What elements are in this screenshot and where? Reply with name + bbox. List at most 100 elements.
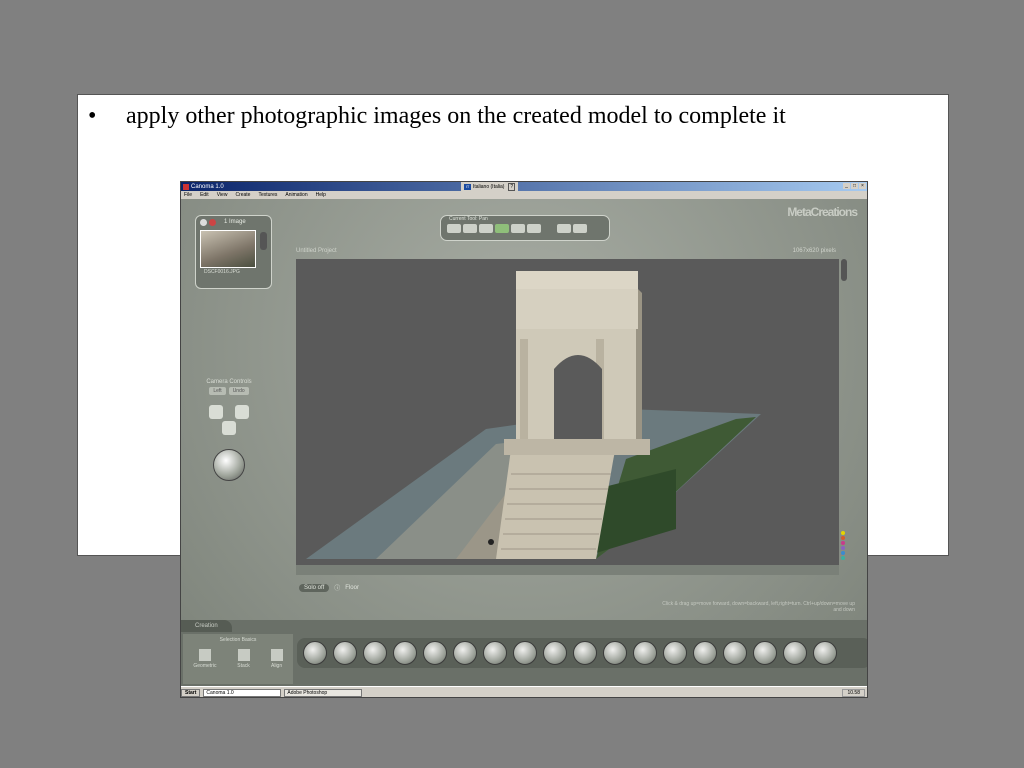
creation-panel: Creation Selection Basics Geometric Stac…: [181, 620, 867, 686]
window-titlebar: Canoma 1.0 IT Italiano (Italia) ? _ □ ×: [181, 182, 867, 191]
info-icon[interactable]: ⓘ: [334, 583, 340, 592]
menu-bar: File Edit View Create Textures Animation…: [181, 191, 867, 199]
panel-primitive-icon[interactable]: [633, 641, 657, 665]
roof-primitive-icon[interactable]: [423, 641, 447, 665]
solo-toggle[interactable]: Solo off: [299, 583, 330, 592]
box-primitive-icon[interactable]: [303, 641, 327, 665]
project-title: Untitled Project: [296, 248, 337, 254]
arch-primitive-icon[interactable]: [543, 641, 567, 665]
triangle-primitive-icon[interactable]: [693, 641, 717, 665]
windows-taskbar: Start Canoma 1.0 Adobe Photoshop 10.58: [181, 686, 867, 697]
paint-tool-icon[interactable]: [511, 224, 525, 233]
zoom-tool-icon[interactable]: [479, 224, 493, 233]
column-primitive-icon[interactable]: [723, 641, 747, 665]
table-primitive-icon[interactable]: [513, 641, 537, 665]
remove-image-icon[interactable]: [209, 219, 216, 226]
wedge-primitive-icon[interactable]: [363, 641, 387, 665]
camera-tool-icon[interactable]: [557, 224, 571, 233]
image-panel-title: 1 Image: [224, 219, 246, 225]
minimize-button[interactable]: _: [843, 183, 850, 189]
tab-creation[interactable]: Creation: [181, 620, 232, 632]
dome-primitive-icon[interactable]: [483, 641, 507, 665]
floor-label: Floor: [345, 584, 359, 591]
stack-icon: [237, 649, 250, 661]
floor-primitive-icon[interactable]: [663, 641, 687, 665]
camera-left-button[interactable]: Left: [209, 387, 226, 395]
close-button[interactable]: ×: [859, 183, 866, 189]
window-controls: _ □ ×: [843, 183, 866, 189]
color-swatch[interactable]: [841, 556, 845, 560]
selection-basics-title: Selection Basics: [219, 637, 257, 643]
app-icon: [183, 183, 189, 190]
plane-primitive-icon[interactable]: [573, 641, 597, 665]
primitive-shapes: [297, 638, 867, 668]
rotate-tool-icon[interactable]: [495, 224, 509, 233]
thumbnail-scrollbar[interactable]: [260, 232, 267, 250]
slab-primitive-icon[interactable]: [333, 641, 357, 665]
help-button[interactable]: ?: [508, 182, 516, 191]
metacreations-logo: MetaCreations: [787, 205, 858, 219]
bullet-point: • apply other photographic images on the…: [88, 103, 786, 130]
image-thumbnail[interactable]: [200, 230, 256, 268]
viewport-options: Solo off ⓘ Floor: [299, 583, 359, 592]
maximize-button[interactable]: □: [851, 183, 858, 189]
geometric-button[interactable]: Geometric: [193, 649, 216, 669]
camera-controls: Camera Controls Left Undo: [199, 379, 259, 481]
pan-tool-icon[interactable]: [463, 224, 477, 233]
arch-model-render: [306, 271, 761, 559]
spire-primitive-icon[interactable]: [453, 641, 477, 665]
line-primitive-icon[interactable]: [783, 641, 807, 665]
menu-create[interactable]: Create: [235, 192, 250, 198]
system-clock: 10.58: [842, 688, 865, 697]
cone-primitive-icon[interactable]: [813, 641, 837, 665]
viewport-status-bar: [296, 565, 839, 575]
3d-viewport[interactable]: [296, 259, 839, 565]
stack-label: Stack: [237, 663, 250, 669]
color-swatch[interactable]: [841, 536, 845, 540]
canoma-screenshot: Canoma 1.0 IT Italiano (Italia) ? _ □ × …: [181, 182, 867, 697]
language-indicator[interactable]: IT Italiano (Italia) ?: [461, 182, 519, 191]
camera-arrows: [207, 403, 251, 443]
start-button[interactable]: Start: [181, 688, 201, 697]
color-swatch[interactable]: [841, 531, 845, 535]
camera-undo-button[interactable]: Undo: [228, 387, 249, 395]
window-title: Canoma 1.0: [191, 183, 224, 190]
arrow-up-right-icon[interactable]: [235, 405, 249, 419]
color-swatch[interactable]: [841, 546, 845, 550]
camera-controls-title: Camera Controls: [206, 379, 252, 385]
measure-tool-icon[interactable]: [527, 224, 541, 233]
current-tool-label: Current Tool: Pan: [449, 216, 488, 222]
canoma-workspace: MetaCreations 1 Image DSCF0016.JPG Curre…: [181, 199, 867, 686]
add-image-icon[interactable]: [200, 219, 207, 226]
pin-tool-icon[interactable]: [447, 224, 461, 233]
task-canoma[interactable]: Canoma 1.0: [203, 688, 282, 697]
viewport-header: Untitled Project 1067x620 pixels: [296, 248, 836, 258]
menu-help[interactable]: Help: [316, 192, 326, 198]
task-photoshop[interactable]: Adobe Photoshop: [284, 688, 363, 697]
color-swatch[interactable]: [841, 551, 845, 555]
menu-view[interactable]: View: [217, 192, 228, 198]
menu-file[interactable]: File: [184, 192, 192, 198]
align-icon: [270, 649, 283, 661]
align-button[interactable]: Align: [270, 649, 283, 669]
stairs-primitive-icon[interactable]: [753, 641, 777, 665]
color-palette: [841, 531, 845, 560]
navigation-hint: Click & drag up=move forward, down=backw…: [662, 601, 855, 613]
align-label: Align: [271, 663, 283, 669]
geometric-icon: [198, 649, 211, 661]
selection-basics: Selection Basics Geometric Stack Align: [183, 634, 293, 684]
camera-trackball-icon[interactable]: [213, 449, 245, 481]
language-label: Italiano (Italia): [473, 183, 505, 190]
pyramid-primitive-icon[interactable]: [393, 641, 417, 665]
menu-textures[interactable]: Textures: [258, 192, 277, 198]
arrow-up-left-icon[interactable]: [209, 405, 223, 419]
ramp-primitive-icon[interactable]: [603, 641, 627, 665]
arrow-down-icon[interactable]: [222, 421, 236, 435]
image-panel: 1 Image DSCF0016.JPG: [195, 215, 272, 289]
color-swatch[interactable]: [841, 541, 845, 545]
render-tool-icon[interactable]: [573, 224, 587, 233]
stack-button[interactable]: Stack: [237, 649, 250, 669]
viewport-scrollbar[interactable]: [841, 259, 847, 281]
menu-edit[interactable]: Edit: [200, 192, 209, 198]
menu-animation[interactable]: Animation: [285, 192, 307, 198]
